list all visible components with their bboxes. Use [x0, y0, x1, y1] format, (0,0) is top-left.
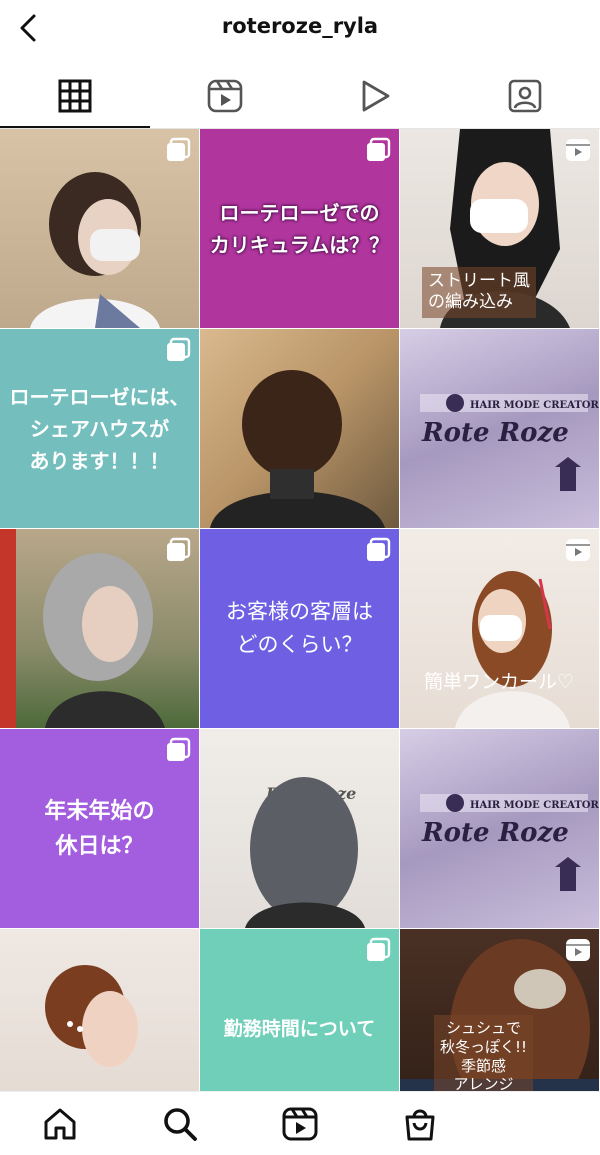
tagged-user-icon	[508, 79, 542, 113]
search-icon	[164, 1108, 197, 1141]
profile-tabs	[0, 66, 600, 129]
post-tile[interactable]	[0, 929, 199, 1091]
carousel-icon	[365, 537, 391, 563]
shop-icon	[405, 1109, 435, 1141]
play-icon	[362, 80, 390, 112]
carousel-icon	[365, 137, 391, 163]
nav-shop[interactable]	[360, 1102, 480, 1146]
carousel-icon	[165, 337, 191, 363]
post-text: お客様の客層は どのくらい？	[226, 598, 373, 657]
post-tile[interactable]	[0, 529, 199, 728]
post-text: 年末年始の 休日は？	[44, 798, 155, 859]
post-photo	[210, 370, 385, 528]
post-tile[interactable]	[0, 129, 199, 328]
post-caption: 簡単ワンカール♡	[424, 671, 575, 693]
post-grid: ローテローゼでの カリキュラムは？？ ストリート風 の編み込み ローテローゼには…	[0, 129, 600, 1091]
post-photo	[45, 965, 138, 1067]
svg-text:HAIR MODE CREATOR: HAIR MODE CREATOR	[470, 400, 599, 411]
post-tile[interactable]: HAIR MODE CREATOR Rote Roze	[400, 329, 599, 528]
post-caption: シュシュで 秋冬っぽく!! 季節感 アレンジ	[434, 1015, 534, 1091]
post-text: ローテローゼでの カリキュラムは？？	[209, 200, 390, 257]
page-title: roteroze_ryla	[221, 14, 379, 38]
nav-search[interactable]	[120, 1102, 240, 1146]
carousel-icon	[365, 937, 391, 963]
carousel-icon	[165, 537, 191, 563]
carousel-icon	[165, 137, 191, 163]
grid-icon	[58, 79, 92, 113]
reels-icon	[282, 1107, 318, 1141]
logo-image: HAIR MODE CREATOR Rote Roze	[420, 794, 599, 891]
post-tile[interactable]: 勤務時間について	[200, 929, 399, 1091]
nav-home[interactable]	[0, 1102, 120, 1146]
svg-text:HAIR MODE CREATOR: HAIR MODE CREATOR	[470, 800, 599, 811]
post-tile[interactable]: ローテローゼには、 シェアハウスが あります！！！	[0, 329, 199, 528]
post-caption: ストリート風 の編み込み	[422, 267, 536, 318]
post-tile[interactable]: シュシュで 秋冬っぽく!! 季節感 アレンジ	[400, 929, 599, 1091]
home-icon	[44, 1108, 76, 1140]
post-tile[interactable]: ローテローゼでの カリキュラムは？？	[200, 129, 399, 328]
nav-reels[interactable]	[240, 1102, 360, 1146]
post-tile[interactable]	[200, 329, 399, 528]
post-tile[interactable]: 年末年始の 休日は？	[0, 729, 199, 928]
tab-reels[interactable]	[150, 66, 300, 126]
svg-text:Rote Roze: Rote Roze	[421, 818, 569, 848]
post-tile[interactable]: 簡単ワンカール♡	[400, 529, 599, 728]
post-photo: Rote Roze	[245, 777, 365, 928]
bottom-nav	[0, 1091, 600, 1155]
post-tile[interactable]: ストリート風 の編み込み	[400, 129, 599, 328]
tab-tagged[interactable]	[450, 66, 600, 126]
post-tile[interactable]: お客様の客層は どのくらい？	[200, 529, 399, 728]
tab-grid[interactable]	[0, 66, 150, 128]
reel-icon	[565, 537, 591, 563]
carousel-icon	[165, 737, 191, 763]
post-tile[interactable]: Rote Roze	[200, 729, 399, 928]
post-text: 勤務時間について	[223, 1017, 376, 1040]
logo-image: HAIR MODE CREATOR Rote Roze	[420, 394, 599, 491]
post-text: ローテローゼには、 シェアハウスが あります！！！	[9, 384, 190, 473]
profile-header: roteroze_ryla	[0, 0, 600, 56]
reel-icon	[565, 137, 591, 163]
svg-text:Rote Roze: Rote Roze	[421, 418, 569, 448]
reel-icon	[565, 937, 591, 963]
post-tile[interactable]: HAIR MODE CREATOR Rote Roze	[400, 729, 599, 928]
reels-icon	[207, 79, 243, 113]
tab-video[interactable]	[300, 66, 450, 126]
